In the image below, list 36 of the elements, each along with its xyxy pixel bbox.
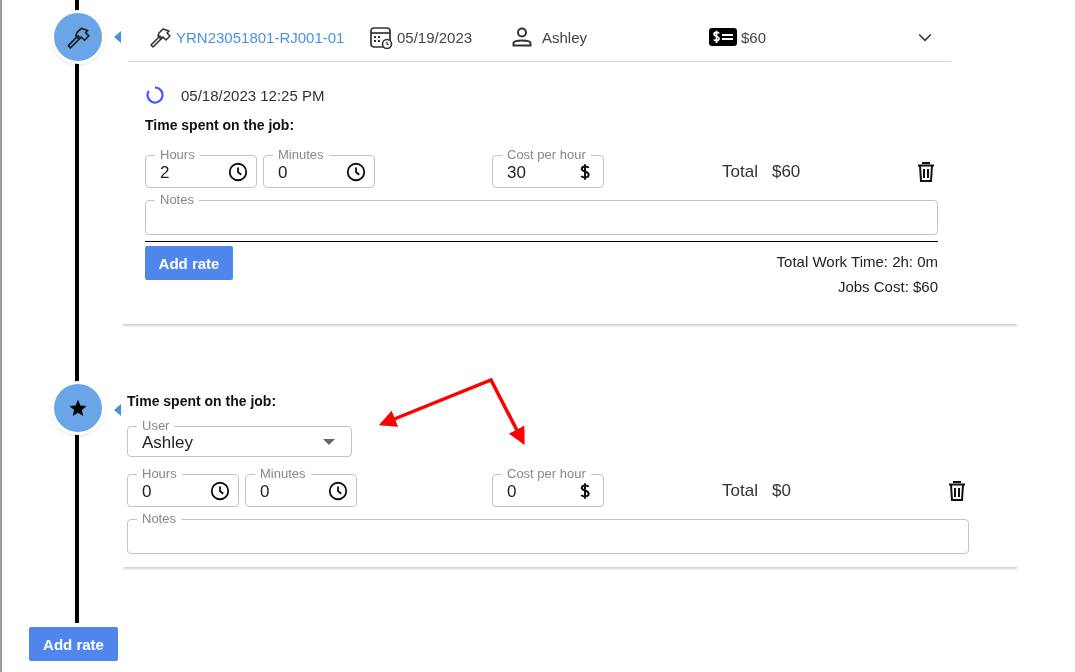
clock-icon: [327, 479, 349, 502]
clock-icon: [345, 160, 367, 183]
timestamp: 05/18/2023 12:25 PM: [181, 86, 325, 104]
total-label: Total: [722, 480, 758, 501]
hours-field[interactable]: Hours 2: [145, 147, 257, 188]
minutes-field[interactable]: Minutes 0: [263, 147, 375, 188]
notes-field[interactable]: Notes: [145, 192, 938, 235]
notes-field[interactable]: Notes: [127, 511, 969, 554]
job-user: Ashley: [542, 28, 588, 46]
total-label: Total: [722, 161, 758, 182]
user-select[interactable]: User Ashley: [127, 418, 352, 457]
job-amount: $60: [741, 28, 767, 46]
hours-field[interactable]: Hours 0: [127, 466, 239, 507]
summary-text: Total Work Time: 2h: 0m: [776, 252, 938, 272]
total-value: $0: [771, 480, 791, 501]
clock-icon: [227, 160, 249, 183]
clock-icon: [209, 479, 231, 502]
pointer-icon: [114, 31, 121, 43]
job-date: 05/19/2023: [397, 28, 473, 46]
loading-spinner-icon: [145, 85, 165, 105]
calendar-icon: [369, 25, 393, 49]
money-icon: [709, 25, 737, 49]
minutes-field[interactable]: Minutes 0: [245, 466, 357, 507]
total-value: $60: [771, 161, 801, 182]
summary-text: Jobs Cost: $60: [836, 277, 938, 297]
add-rate-button[interactable]: Add rate: [29, 627, 118, 661]
add-rate-button[interactable]: Add rate: [145, 246, 233, 280]
cost-field[interactable]: Cost per hour 0: [492, 466, 604, 507]
section-title: Time spent on the job:: [127, 392, 278, 410]
pointer-icon: [114, 404, 121, 416]
hammer-icon: [65, 24, 91, 50]
section-title: Time spent on the job:: [145, 116, 296, 134]
cost-field[interactable]: Cost per hour 30: [492, 147, 604, 188]
hammer-icon: [148, 25, 172, 49]
person-icon: [510, 25, 534, 49]
dropdown-caret-icon: [323, 438, 335, 445]
